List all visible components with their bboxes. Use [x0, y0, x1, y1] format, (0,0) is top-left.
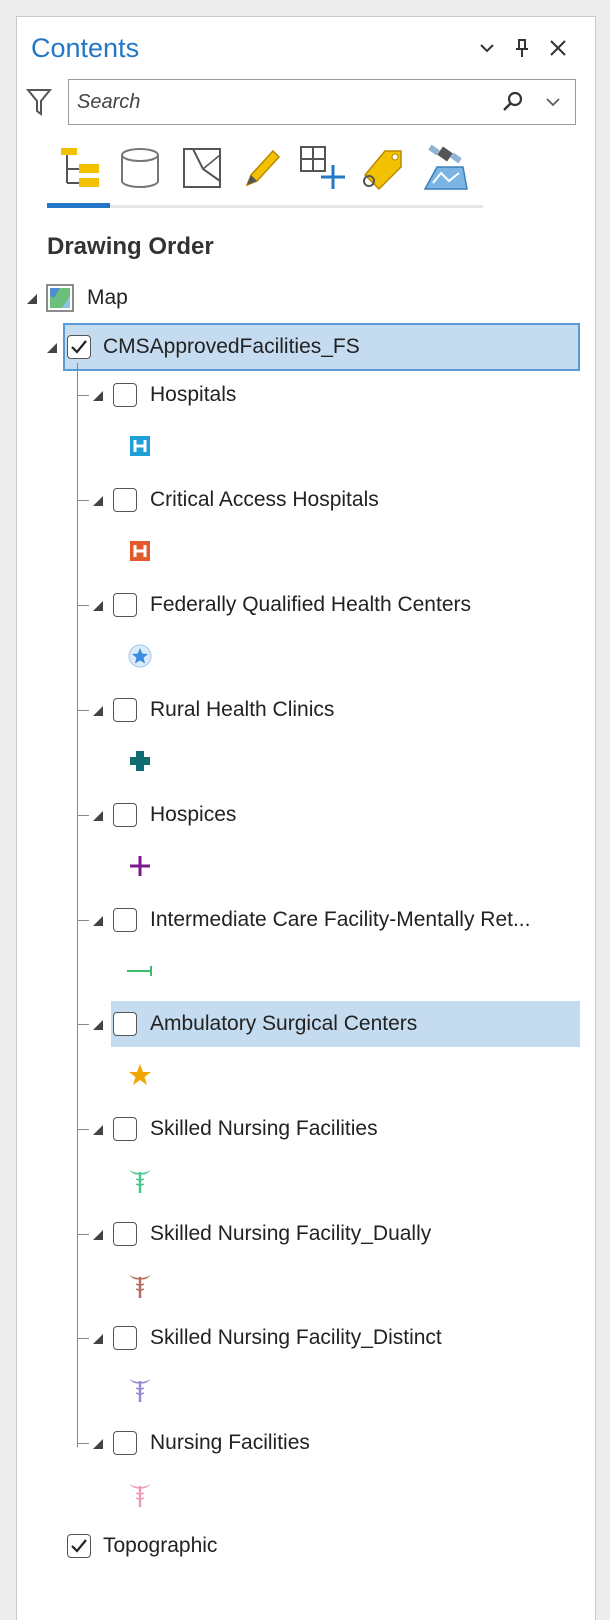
checkbox-unchecked[interactable]: [113, 803, 137, 827]
tree-item-basemap[interactable]: Topographic: [17, 1523, 595, 1569]
toolbar-underline: [47, 205, 483, 208]
green-line-icon: [125, 956, 155, 986]
data-source-icon[interactable]: [115, 141, 165, 195]
checkbox-unchecked[interactable]: [113, 383, 137, 407]
drawing-order-icon[interactable]: [55, 141, 105, 195]
search-row: [17, 79, 595, 129]
snapping-icon[interactable]: [297, 141, 347, 195]
pink-caduceus-icon: [125, 1479, 155, 1509]
tree-item-label: Hospitals: [150, 383, 237, 406]
tree-item-map[interactable]: Map: [17, 275, 595, 321]
expand-triangle-icon[interactable]: [91, 1437, 105, 1451]
checkbox-unchecked[interactable]: [113, 1431, 137, 1455]
tree-item-layer[interactable]: Nursing Facilities: [17, 1420, 595, 1466]
map-icon: [45, 283, 75, 313]
tree-item-layer[interactable]: Skilled Nursing Facility_Dually: [17, 1211, 595, 1257]
checkbox-checked[interactable]: [67, 335, 91, 359]
checkbox-unchecked[interactable]: [113, 593, 137, 617]
tree-item-label: Map: [87, 286, 128, 309]
checkbox-checked[interactable]: [67, 1534, 91, 1558]
pin-icon[interactable]: [507, 33, 537, 63]
perspective-imagery-icon[interactable]: [419, 141, 469, 195]
tree-item-layer[interactable]: Rural Health Clinics: [17, 687, 595, 733]
expand-triangle-icon[interactable]: [91, 1332, 105, 1346]
expand-triangle-icon[interactable]: [91, 389, 105, 403]
labeling-icon[interactable]: [357, 141, 407, 195]
tree-item-label: Topographic: [103, 1534, 218, 1557]
tree-item-label: Nursing Facilities: [150, 1431, 310, 1454]
expand-triangle-icon[interactable]: [91, 914, 105, 928]
tree-item-label: Skilled Nursing Facilities: [150, 1117, 378, 1140]
filter-icon[interactable]: [25, 85, 53, 119]
expand-triangle-icon[interactable]: [91, 1123, 105, 1137]
expand-triangle-icon[interactable]: [45, 341, 59, 355]
brown-caduceus-icon: [125, 1270, 155, 1300]
green-caduceus-icon: [125, 1165, 155, 1195]
pane-titlebar: Contents: [17, 17, 595, 77]
purple-plus-icon: [125, 851, 155, 881]
tree-item-layer[interactable]: Federally Qualified Health Centers: [17, 582, 595, 628]
contents-toolbar: [47, 141, 487, 201]
search-icon[interactable]: [499, 88, 527, 116]
search-box: [68, 79, 576, 125]
expand-triangle-icon[interactable]: [25, 292, 39, 306]
section-title: Drawing Order: [47, 233, 214, 260]
chevron-down-icon[interactable]: [472, 33, 502, 63]
tree-item-label: Ambulatory Surgical Centers: [150, 1012, 418, 1035]
tree-item-label: CMSApprovedFacilities_FS: [103, 335, 360, 358]
tree-item-layer[interactable]: Critical Access Hospitals: [17, 477, 595, 523]
tree-item-layer[interactable]: Hospices: [17, 792, 595, 838]
tree-item-label: Rural Health Clinics: [150, 698, 335, 721]
selection-icon[interactable]: [177, 141, 227, 195]
search-input[interactable]: [77, 87, 477, 117]
search-options-chevron-icon[interactable]: [539, 88, 567, 116]
gold-star-icon: [125, 1060, 155, 1090]
checkbox-unchecked[interactable]: [113, 1117, 137, 1141]
tree-item-label: Skilled Nursing Facility_Dually: [150, 1222, 432, 1245]
tree-item-layer[interactable]: Ambulatory Surgical Centers: [17, 1001, 595, 1047]
expand-triangle-icon[interactable]: [91, 1228, 105, 1242]
expand-triangle-icon[interactable]: [91, 809, 105, 823]
checkbox-unchecked[interactable]: [113, 488, 137, 512]
contents-pane: Contents Search Drawing Order Map CMSApp…: [16, 16, 596, 1620]
pane-title: Contents: [31, 33, 140, 63]
checkbox-unchecked[interactable]: [113, 1326, 137, 1350]
close-icon[interactable]: [543, 33, 573, 63]
checkbox-unchecked[interactable]: [113, 698, 137, 722]
expand-triangle-icon[interactable]: [91, 1018, 105, 1032]
expand-triangle-icon[interactable]: [91, 494, 105, 508]
active-tab-indicator: [47, 203, 110, 208]
expand-triangle-icon[interactable]: [91, 704, 105, 718]
blue-star-circle-icon: [125, 641, 155, 671]
hospital-blue-h-icon: [125, 431, 155, 461]
tree-item-label: Intermediate Care Facility-Mentally Ret.…: [150, 908, 531, 931]
checkbox-unchecked[interactable]: [113, 1012, 137, 1036]
tree-item-layer[interactable]: Hospitals: [17, 372, 595, 418]
tree-item-layer[interactable]: Skilled Nursing Facility_Distinct: [17, 1315, 595, 1361]
hospital-orange-h-icon: [125, 536, 155, 566]
tree-item-service[interactable]: CMSApprovedFacilities_FS: [17, 324, 595, 370]
checkbox-unchecked[interactable]: [113, 908, 137, 932]
tree-item-label: Critical Access Hospitals: [150, 488, 379, 511]
tree-item-layer[interactable]: Intermediate Care Facility-Mentally Ret.…: [17, 897, 595, 943]
tree-item-layer[interactable]: Skilled Nursing Facilities: [17, 1106, 595, 1152]
tree-item-label: Federally Qualified Health Centers: [150, 593, 471, 616]
lavender-caduceus-icon: [125, 1374, 155, 1404]
teal-cross-icon: [125, 746, 155, 776]
editing-icon[interactable]: [237, 141, 287, 195]
tree-item-label: Skilled Nursing Facility_Distinct: [150, 1326, 442, 1349]
expand-triangle-icon[interactable]: [91, 599, 105, 613]
checkbox-unchecked[interactable]: [113, 1222, 137, 1246]
tree-item-label: Hospices: [150, 803, 237, 826]
